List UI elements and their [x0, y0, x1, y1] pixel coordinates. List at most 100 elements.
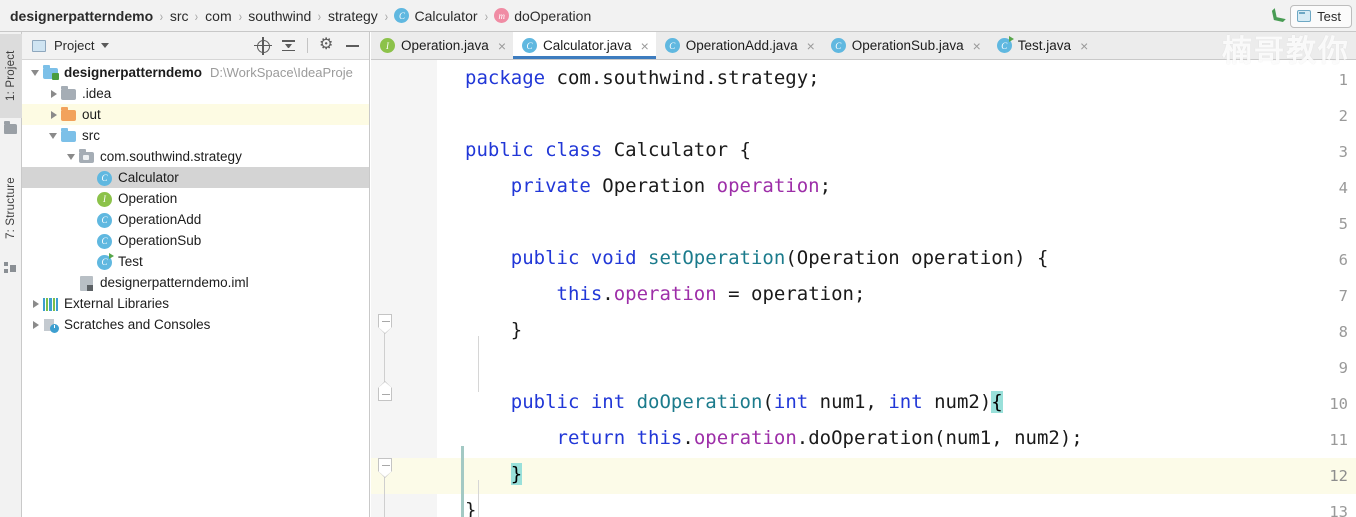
breadcrumb-separator: › [238, 7, 242, 24]
close-icon[interactable]: × [973, 39, 981, 53]
package-icon [79, 148, 95, 164]
settings-gear-icon[interactable] [319, 34, 334, 54]
tree-item-operationadd[interactable]: C OperationAdd [22, 209, 369, 230]
breadcrumb-item-calculator[interactable]: C Calculator [394, 8, 478, 24]
tree-item-external-libraries[interactable]: External Libraries [22, 293, 369, 314]
close-icon[interactable]: × [641, 39, 649, 53]
code-token: } [465, 319, 523, 341]
code-token: Calculator { [613, 139, 751, 161]
tree-item-calculator[interactable]: C Calculator [22, 167, 369, 188]
tree-item-label: src [82, 128, 100, 143]
code-line[interactable]: public class Calculator { [465, 132, 1355, 168]
chevron-right-icon[interactable] [48, 109, 59, 120]
breadcrumb-item-src[interactable]: src [170, 8, 189, 24]
editor-tab-calculator-java[interactable]: C Calculator.java × [513, 32, 656, 59]
class-icon: C [394, 8, 410, 23]
hide-panel-icon[interactable] [345, 38, 360, 53]
code-token: package [465, 67, 557, 89]
tree-item-scratches-and-consoles[interactable]: Scratches and Consoles [22, 314, 369, 335]
breadcrumb-item-southwind[interactable]: southwind [248, 8, 311, 24]
chevron-right-icon[interactable] [30, 319, 41, 330]
chevron-down-icon[interactable] [66, 151, 77, 162]
tree-item-out[interactable]: out [22, 104, 369, 125]
close-icon[interactable]: × [498, 39, 506, 53]
code-token: public [465, 139, 546, 161]
code-line[interactable]: private Operation operation; [465, 168, 1355, 204]
code-line[interactable] [465, 348, 1355, 384]
class-icon: C [830, 38, 846, 53]
editor-tab-operation-java[interactable]: I Operation.java × [371, 32, 513, 59]
code-line[interactable]: public int doOperation(int num1, int num… [465, 384, 1355, 420]
code-line[interactable]: } [465, 456, 1355, 492]
code-line[interactable]: package com.southwind.strategy; [465, 60, 1355, 96]
idea-window: designerpatterndemo › src › com › southwind › st… [0, 0, 1356, 517]
code-token: .doOperation(num1, num2); [796, 427, 1083, 449]
iml-file-icon [79, 275, 95, 291]
editor-tab-test-java[interactable]: C Test.java × [988, 32, 1095, 59]
tree-item--idea[interactable]: .idea [22, 83, 369, 104]
tree-item-label: External Libraries [64, 296, 170, 311]
class-icon: C [664, 38, 680, 53]
tree-item-operationsub[interactable]: C OperationSub [22, 230, 369, 251]
code-content[interactable]: package com.southwind.strategy; public c… [465, 60, 1355, 517]
editor-tab-label: Test.java [1017, 38, 1072, 53]
locate-icon[interactable] [254, 37, 272, 55]
collapse-all-icon[interactable] [281, 38, 296, 53]
breadcrumb-separator: › [159, 7, 164, 24]
code-line[interactable] [465, 204, 1355, 240]
tree-item-src[interactable]: src [22, 125, 369, 146]
chevron-down-icon[interactable] [48, 130, 59, 141]
breadcrumb-separator: › [318, 7, 322, 24]
code-token: doOperation [636, 391, 763, 413]
breadcrumb-label: src [169, 7, 189, 24]
code-line[interactable]: public void setOperation(Operation opera… [465, 240, 1355, 276]
close-icon[interactable]: × [807, 39, 815, 53]
tree-item-designerpatterndemo[interactable]: designerpatterndemo D:\WorkSpace\IdeaProj… [22, 62, 369, 83]
left-tool-strip: 1: Project 7: Structure [0, 32, 22, 517]
breadcrumb-item-strategy[interactable]: strategy [328, 8, 378, 24]
chevron-down-icon[interactable] [101, 43, 110, 48]
code-token: Operation [602, 175, 717, 197]
tree-item-test[interactable]: C Test [22, 251, 369, 272]
tree-item-operation[interactable]: I Operation [22, 188, 369, 209]
fold-marker-collapse[interactable] [378, 314, 392, 334]
breadcrumb-item-designerpatterndemo[interactable]: designerpatterndemo [10, 8, 153, 24]
editor-tab-operationadd-java[interactable]: C OperationAdd.java × [656, 32, 822, 59]
tree-item-label: out [82, 107, 101, 122]
breadcrumb-item-com[interactable]: com [205, 8, 231, 24]
chevron-right-icon[interactable] [48, 88, 59, 99]
fold-marker-collapse[interactable] [378, 458, 392, 478]
code-token: int [773, 391, 820, 413]
toolbar-right: ❮ Test [1266, 0, 1356, 31]
breadcrumb-item-dooperation[interactable]: m doOperation [494, 8, 591, 24]
tree-item-designerpatterndemo-iml[interactable]: designerpatterndemo.iml [22, 272, 369, 293]
sidebar-tab-project-label: 1: Project [5, 50, 17, 102]
chevron-right-icon[interactable] [30, 298, 41, 309]
class-runnable-icon: C [97, 252, 114, 270]
breadcrumb: designerpatterndemo › src › com › southwind › st… [10, 8, 591, 24]
breadcrumb-label: doOperation [514, 7, 592, 24]
close-icon[interactable]: × [1080, 39, 1088, 53]
editor-tab-operationsub-java[interactable]: C OperationSub.java × [822, 32, 988, 59]
sidebar-tab-structure[interactable]: 7: Structure [0, 160, 22, 256]
code-line[interactable]: } [465, 312, 1355, 348]
sidebar-tab-project[interactable]: 1: Project [0, 34, 22, 118]
run-configuration-selector[interactable]: Test [1290, 4, 1352, 28]
fold-marker-end[interactable] [378, 381, 392, 401]
code-token: = operation; [716, 283, 866, 305]
interface-icon: I [97, 191, 113, 207]
code-editor[interactable]: 1 2 3 4 5 6 7 8 9 10 11 12 13 package com.southwind.… [371, 60, 1356, 517]
project-panel-title: Project [54, 38, 95, 53]
run-arrow-icon[interactable]: ❮ [1265, 5, 1287, 27]
code-token: operation [716, 175, 820, 197]
chevron-down-icon[interactable] [30, 67, 41, 78]
code-token: return [556, 427, 637, 449]
code-line[interactable]: this.operation = operation; [465, 276, 1355, 312]
code-line[interactable]: return this.operation.doOperation(num1, … [465, 420, 1355, 456]
breadcrumb-label: designerpatterndemo [10, 7, 154, 24]
code-line[interactable]: } [465, 492, 1355, 517]
tree-item-path: D:\WorkSpace\IdeaProje [210, 65, 353, 80]
tree-item-com-southwind-strategy[interactable]: com.southwind.strategy [22, 146, 369, 167]
code-line[interactable] [465, 96, 1355, 132]
